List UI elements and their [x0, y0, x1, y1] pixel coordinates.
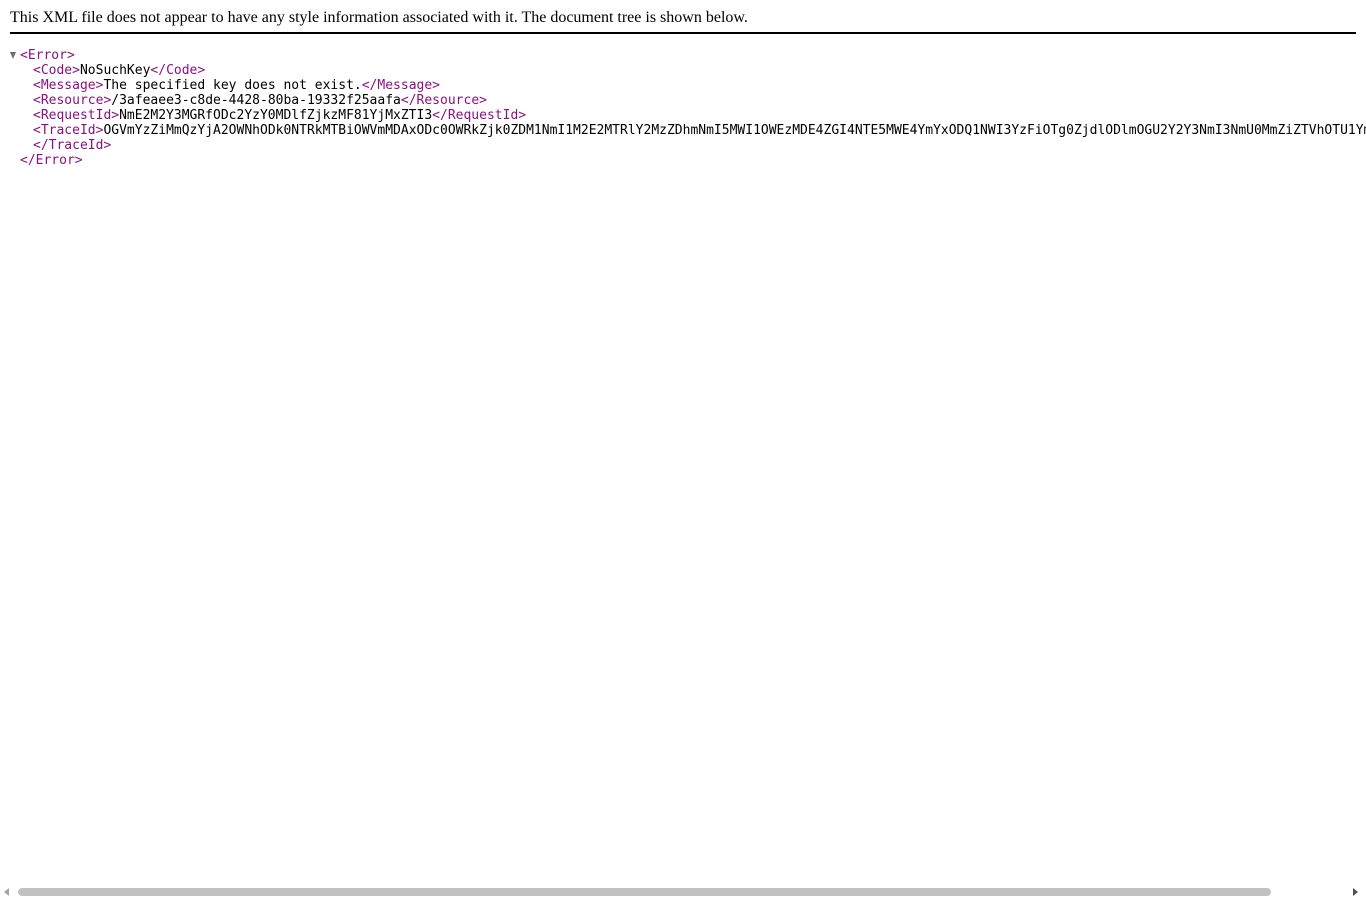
scroll-right-arrow-icon[interactable]	[1353, 888, 1358, 896]
error-open-line: <Error>	[0, 48, 1366, 63]
traceid-close-line: </TraceId>	[0, 138, 1366, 153]
error-close-tag: </Error>	[20, 153, 83, 168]
message-value: The specified key does not exist.	[103, 78, 362, 93]
message-line: <Message>The specified key does not exis…	[0, 78, 1366, 93]
scroll-left-arrow-icon[interactable]	[4, 888, 9, 896]
collapse-toggle-icon[interactable]	[10, 52, 16, 59]
code-close-tag: </Code>	[150, 63, 206, 78]
requestid-line: <RequestId>NmE2M2Y3MGRfODc2YzY0MDlfZjkzM…	[0, 108, 1366, 123]
traceid-value: OGVmYzZiMmQzYjA2OWNhODk0NTRkMTBiOWVmMDAx…	[103, 123, 1366, 138]
code-value: NoSuchKey	[79, 63, 151, 78]
style-notice-text: This XML file does not appear to have an…	[10, 9, 748, 26]
resource-value: /3afeaee3-c8de-4428-80ba-19332f25aafa	[111, 93, 401, 108]
message-open-tag: <Message>	[33, 78, 104, 93]
xml-viewer-page: This XML file does not appear to have an…	[0, 0, 1366, 900]
scrollbar-thumb[interactable]	[18, 888, 1271, 896]
message-close-tag: </Message>	[361, 78, 441, 93]
code-open-tag: <Code>	[33, 63, 80, 78]
resource-close-tag: </Resource>	[400, 93, 487, 108]
style-notice-bar: This XML file does not appear to have an…	[10, 0, 1356, 34]
resource-open-tag: <Resource>	[33, 93, 112, 108]
requestid-close-tag: </RequestId>	[432, 108, 527, 123]
xml-tree: <Error> <Code>NoSuchKey</Code> <Message>…	[0, 48, 1366, 168]
resource-line: <Resource>/3afeaee3-c8de-4428-80ba-19332…	[0, 93, 1366, 108]
traceid-open-tag: <TraceId>	[33, 123, 104, 138]
requestid-open-tag: <RequestId>	[33, 108, 120, 123]
traceid-line: <TraceId>OGVmYzZiMmQzYjA2OWNhODk0NTRkMTB…	[0, 123, 1366, 138]
requestid-value: NmE2M2Y3MGRfODc2YzY0MDlfZjkzMF81YjMxZTI3	[119, 108, 433, 123]
traceid-close-tag: </TraceId>	[33, 138, 112, 153]
error-close-line: </Error>	[0, 153, 1366, 168]
code-line: <Code>NoSuchKey</Code>	[0, 63, 1366, 78]
horizontal-scrollbar[interactable]	[0, 884, 1366, 900]
error-open-tag: <Error>	[20, 48, 75, 63]
